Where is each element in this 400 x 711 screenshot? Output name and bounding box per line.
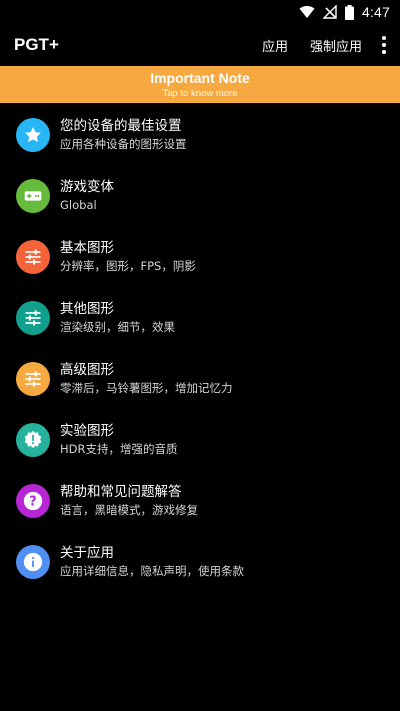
list-item-best-settings[interactable]: 您的设备的最佳设置 应用各种设备的图形设置 (0, 104, 400, 165)
item-title: 游戏变体 (60, 178, 114, 195)
list-item-basic-graphics[interactable]: 基本图形 分辨率，图形，FPS，阴影 (0, 226, 400, 287)
settings-list: 您的设备的最佳设置 应用各种设备的图形设置 游戏变体 Global 基本图形 分… (0, 104, 400, 592)
gamepad-icon (16, 178, 50, 213)
battery-icon (344, 4, 354, 20)
status-time: 4:47 (361, 4, 390, 20)
force-apply-button[interactable]: 强制应用 (310, 36, 362, 55)
app-bar: PGT+ 应用 强制应用 (0, 24, 400, 66)
item-subtitle: 渲染级别，细节，效果 (60, 319, 175, 334)
help-icon: ? (16, 483, 50, 518)
item-subtitle: 分辨率，图形，FPS，阴影 (60, 258, 196, 273)
apply-button[interactable]: 应用 (262, 36, 288, 55)
more-vertical-icon[interactable] (378, 33, 390, 57)
svg-text:?: ? (29, 494, 36, 509)
tune-icon (16, 239, 50, 274)
alert-badge-icon (16, 422, 50, 457)
item-title: 高级图形 (60, 361, 114, 378)
list-item-game-variant[interactable]: 游戏变体 Global (0, 165, 400, 226)
item-title: 实验图形 (60, 422, 114, 439)
item-subtitle: 应用详细信息，隐私声明，使用条款 (60, 563, 244, 578)
item-title: 其他图形 (60, 300, 114, 317)
item-title: 帮助和常见问题解答 (60, 483, 182, 500)
item-title: 基本图形 (60, 239, 114, 256)
list-item-advanced-graphics[interactable]: 高级图形 零滞后，马铃薯图形，增加记忆力 (0, 348, 400, 409)
list-item-other-graphics[interactable]: 其他图形 渲染级别，细节，效果 (0, 287, 400, 348)
item-subtitle: Global (60, 197, 97, 212)
info-icon (16, 544, 50, 579)
important-note-banner[interactable]: Important Note Tap to know more (0, 66, 400, 103)
wifi-icon (299, 5, 315, 19)
app-title: PGT+ (14, 35, 59, 54)
list-item-about-app[interactable]: 关于应用 应用详细信息，隐私声明，使用条款 (0, 531, 400, 592)
banner-subtitle: Tap to know more (162, 88, 238, 99)
banner-title: Important Note (150, 70, 250, 86)
tune-icon (16, 300, 50, 335)
cellular-no-signal-icon (322, 5, 337, 19)
item-subtitle: 应用各种设备的图形设置 (60, 136, 187, 151)
star-icon (16, 117, 50, 152)
status-bar: 4:47 (0, 0, 400, 24)
item-title: 您的设备的最佳设置 (60, 117, 182, 134)
tune-icon (16, 361, 50, 396)
item-subtitle: 语言，黑暗模式，游戏修复 (60, 502, 198, 517)
item-title: 关于应用 (60, 544, 114, 561)
list-item-experimental-graphics[interactable]: 实验图形 HDR支持，增强的音质 (0, 409, 400, 470)
item-subtitle: 零滞后，马铃薯图形，增加记忆力 (60, 380, 233, 395)
item-subtitle: HDR支持，增强的音质 (60, 441, 178, 456)
list-item-help-faq[interactable]: ? 帮助和常见问题解答 语言，黑暗模式，游戏修复 (0, 470, 400, 531)
